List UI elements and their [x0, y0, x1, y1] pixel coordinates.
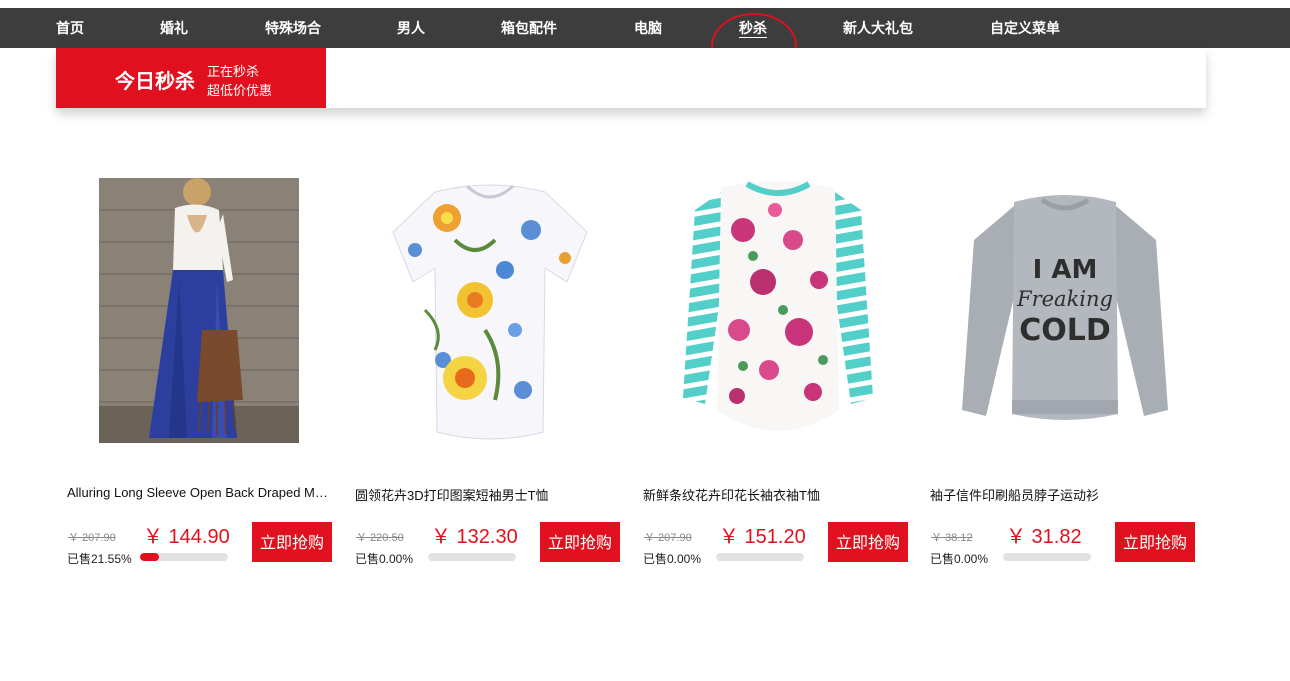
- top-navigation: 首页 婚礼 特殊场合 男人 箱包配件 电脑 秒杀 新人大礼包 自定义菜单: [0, 8, 1290, 48]
- product-card-4: I AM Freaking COLD 袖子信件印刷船员脖子运动衫 ￥ 38.12…: [930, 170, 1200, 570]
- nav-item-newcomer-gift[interactable]: 新人大礼包: [843, 8, 913, 48]
- sold-progress-bar: [716, 553, 804, 561]
- original-price: ￥ 38.12: [931, 532, 973, 544]
- buy-now-button[interactable]: 立即抢购: [828, 522, 908, 562]
- original-price: ￥ 207.90: [644, 532, 692, 544]
- product-title[interactable]: Alluring Long Sleeve Open Back Draped Ma…: [67, 485, 329, 500]
- flash-sale-subtitle-2: 超低价优惠: [207, 83, 273, 98]
- nav-item-men[interactable]: 男人: [397, 8, 425, 48]
- sale-price: ￥ 151.20: [719, 526, 806, 548]
- product-image-dress[interactable]: [67, 170, 337, 450]
- nav-item-wedding[interactable]: 婚礼: [160, 8, 188, 48]
- nav-item-bags-accessories[interactable]: 箱包配件: [501, 8, 557, 48]
- original-price: ￥ 220.50: [356, 532, 404, 544]
- sold-progress-bar: [140, 553, 228, 561]
- buy-now-button[interactable]: 立即抢购: [540, 522, 620, 562]
- product-card-3: 新鲜条纹花卉印花长袖衣袖T恤 ￥ 207.90 ￥ 151.20 已售0.00%…: [643, 170, 913, 570]
- sold-progress-bar: [428, 553, 516, 561]
- nav-item-computer[interactable]: 电脑: [634, 8, 662, 48]
- sale-price: ￥ 132.30: [431, 526, 518, 548]
- product-title[interactable]: 袖子信件印刷船员脖子运动衫: [930, 485, 1192, 504]
- sale-price: ￥ 31.82: [1006, 526, 1082, 548]
- nav-item-flash-sale[interactable]: 秒杀: [739, 8, 767, 48]
- product-image-sweatshirt[interactable]: I AM Freaking COLD: [930, 170, 1200, 450]
- nav-item-special-occasion[interactable]: 特殊场合: [265, 8, 321, 48]
- sold-percentage: 已售0.00%: [930, 552, 989, 566]
- product-image-floral-tshirt[interactable]: [355, 170, 625, 450]
- sweatshirt-print-line-2: Freaking: [1016, 287, 1113, 311]
- flash-sale-bar: 今日秒杀 正在秒杀 超低价优惠: [56, 48, 1206, 108]
- sold-percentage: 已售21.55%: [67, 552, 132, 566]
- original-price: ￥ 207.90: [68, 532, 116, 544]
- flash-sale-title: 今日秒杀: [115, 69, 195, 93]
- sale-price: ￥ 144.90: [143, 526, 230, 548]
- sweatshirt-print-line-1: I AM: [1033, 255, 1098, 285]
- sweatshirt-print-line-3: COLD: [1019, 313, 1111, 348]
- product-title[interactable]: 新鲜条纹花卉印花长袖衣袖T恤: [643, 485, 905, 504]
- nav-item-home[interactable]: 首页: [56, 8, 84, 48]
- product-title[interactable]: 圆领花卉3D打印图案短袖男士T恤: [355, 485, 617, 504]
- product-card-1: Alluring Long Sleeve Open Back Draped Ma…: [67, 170, 337, 570]
- flash-sale-label: 今日秒杀 正在秒杀 超低价优惠: [56, 48, 326, 108]
- product-image-striped-sleeve-tee[interactable]: [643, 170, 913, 450]
- sold-percentage: 已售0.00%: [643, 552, 702, 566]
- buy-now-button[interactable]: 立即抢购: [252, 522, 332, 562]
- product-card-2: 圆领花卉3D打印图案短袖男士T恤 ￥ 220.50 ￥ 132.30 已售0.0…: [355, 170, 625, 570]
- sold-percentage: 已售0.00%: [355, 552, 414, 566]
- flash-sale-subtitle-1: 正在秒杀: [207, 64, 260, 79]
- buy-now-button[interactable]: 立即抢购: [1115, 522, 1195, 562]
- nav-item-custom-menu[interactable]: 自定义菜单: [990, 8, 1060, 48]
- sold-progress-fill: [140, 553, 159, 561]
- sold-progress-bar: [1003, 553, 1091, 561]
